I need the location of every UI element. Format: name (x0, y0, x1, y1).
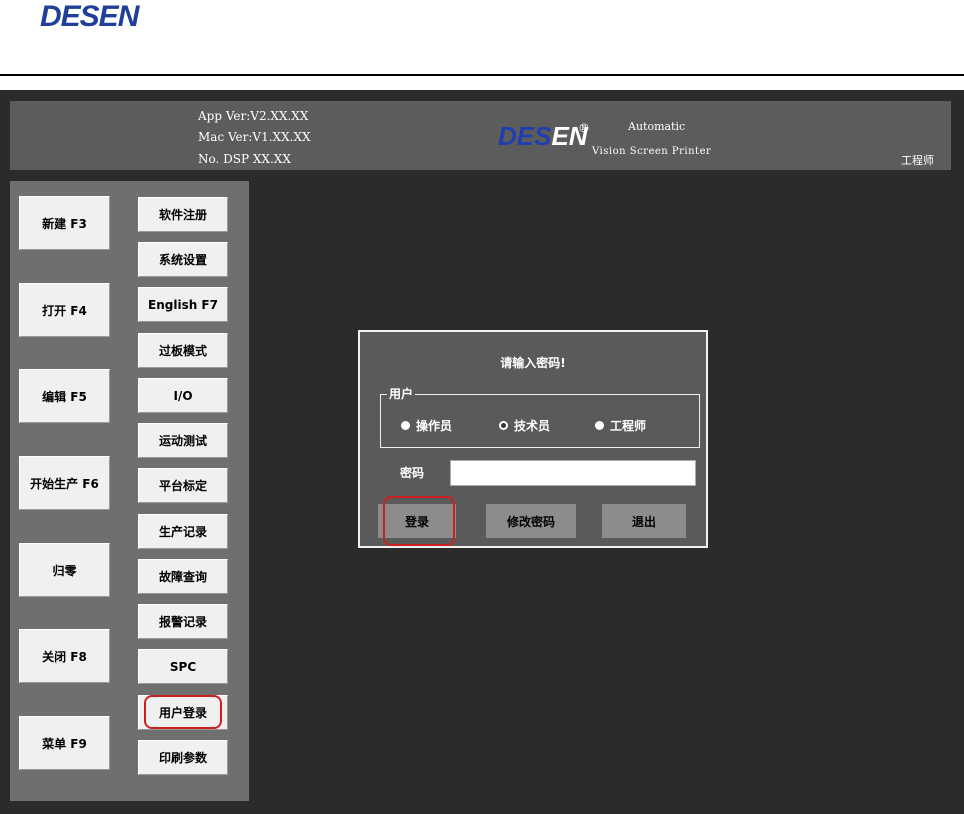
technician-radio[interactable]: 技术员 (499, 417, 550, 434)
doc-logo: DESEN (40, 0, 139, 33)
mac-version: Mac Ver:V1.XX.XX (198, 130, 311, 144)
engineer-radio-label: 工程师 (610, 419, 647, 433)
operator-radio[interactable]: 操作员 (401, 417, 452, 434)
alarm-record-button[interactable]: 报警记录 (138, 604, 228, 639)
production-record-button[interactable]: 生产记录 (138, 514, 228, 549)
user-group-label: 用户 (387, 385, 416, 402)
change-password-button[interactable]: 修改密码 (486, 504, 576, 538)
engineer-radio[interactable]: 工程师 (595, 417, 646, 434)
platform-calibration-button[interactable]: 平台标定 (138, 468, 228, 503)
start-production-button[interactable]: 开始生产 F6 (19, 456, 110, 510)
system-settings-button[interactable]: 系统设置 (138, 242, 228, 277)
menu-button[interactable]: 菜单 F9 (19, 716, 110, 770)
radio-circle-icon (401, 421, 410, 430)
password-input[interactable] (450, 460, 696, 486)
radio-circle-icon (595, 421, 604, 430)
app-screen: App Ver:V2.XX.XX Mac Ver:V1.XX.XX No. DS… (0, 90, 964, 814)
header-divider (0, 74, 964, 76)
exit-button[interactable]: 退出 (602, 504, 686, 538)
english-button[interactable]: English F7 (138, 287, 228, 322)
edit-button[interactable]: 编辑 F5 (19, 369, 110, 423)
software-register-button[interactable]: 软件注册 (138, 197, 228, 232)
dsp-version: No. DSP XX.XX (198, 152, 291, 166)
left-button-panel: 新建 F3 打开 F4 编辑 F5 开始生产 F6 归零 关闭 F8 菜单 F9… (10, 181, 249, 801)
password-label: 密码 (400, 466, 425, 480)
open-button[interactable]: 打开 F4 (19, 283, 110, 337)
login-dialog: 请输入密码! 用户 操作员 技术员 工程师 密码 登录 修改密码 退出 (358, 330, 708, 548)
home-reset-button[interactable]: 归零 (19, 543, 110, 597)
dialog-title: 请输入密码! (500, 356, 566, 370)
operator-radio-label: 操作员 (416, 419, 453, 433)
top-banner: App Ver:V2.XX.XX Mac Ver:V1.XX.XX No. DS… (10, 101, 951, 170)
new-button[interactable]: 新建 F3 (19, 196, 110, 250)
tagline-product: Vision Screen Printer (592, 146, 712, 157)
board-pass-mode-button[interactable]: 过板模式 (138, 333, 228, 368)
technician-radio-label: 技术员 (514, 419, 551, 433)
login-button[interactable]: 登录 (378, 504, 456, 538)
fault-query-button[interactable]: 故障查询 (138, 559, 228, 594)
brand-logo: DESEN (498, 121, 588, 151)
motion-test-button[interactable]: 运动测试 (138, 423, 228, 458)
io-button[interactable]: I/O (138, 378, 228, 413)
user-group-box: 用户 操作员 技术员 工程师 (380, 385, 700, 448)
current-role: 工程师 (901, 154, 934, 167)
user-login-button[interactable]: 用户登录 (138, 695, 228, 730)
tagline-automatic: Automatic (628, 120, 686, 133)
print-params-button[interactable]: 印刷参数 (138, 740, 228, 775)
spc-button[interactable]: SPC (138, 649, 228, 684)
registered-mark: ® (578, 121, 590, 135)
app-version: App Ver:V2.XX.XX (198, 109, 309, 123)
radio-checked-icon (499, 421, 508, 430)
close-button[interactable]: 关闭 F8 (19, 629, 110, 683)
